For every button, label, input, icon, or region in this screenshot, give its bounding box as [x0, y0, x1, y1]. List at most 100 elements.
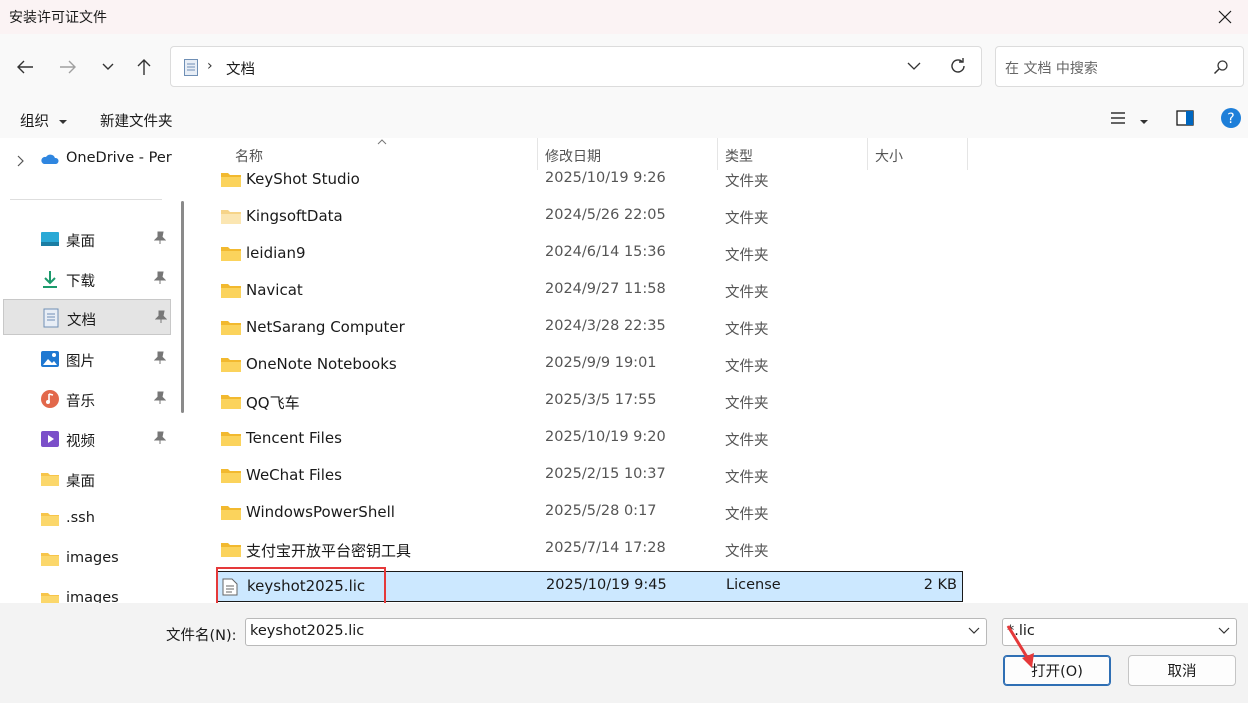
chevron-right-icon[interactable] — [16, 155, 24, 167]
refresh-icon[interactable] — [949, 57, 967, 75]
file-date: 2025/5/28 0:17 — [545, 503, 657, 519]
sidebar-item-videos[interactable]: 视频 — [0, 421, 190, 457]
file-list[interactable]: 名称 修改日期 类型 大小 KeyShot Studio 2025/10/19 … — [193, 138, 1248, 603]
sidebar-item-images[interactable]: images — [0, 581, 190, 603]
file-type: 文件夹 — [725, 248, 769, 264]
file-type: 文件夹 — [725, 433, 769, 449]
cancel-button[interactable]: 取消 — [1128, 655, 1236, 686]
view-options-button[interactable] — [1110, 111, 1126, 129]
close-button[interactable] — [1202, 0, 1248, 34]
sidebar-item-label: 下载 — [66, 274, 95, 290]
forward-button[interactable] — [55, 54, 81, 80]
file-name: Navicat — [246, 281, 303, 299]
arrow-right-icon — [60, 60, 76, 74]
pin-icon — [155, 310, 167, 323]
address-bar[interactable]: › 文档 — [170, 46, 982, 87]
column-header-size[interactable]: 大小 — [875, 146, 903, 166]
sidebar-item-onedrive[interactable]: OneDrive - Per — [0, 141, 190, 177]
navigation-bar: › 文档 在 文档 中搜索 — [0, 34, 1248, 100]
sidebar-item-label: .ssh — [66, 510, 95, 526]
folder-icon — [221, 358, 241, 372]
documents-icon — [184, 59, 198, 76]
file-date: 2025/10/19 9:26 — [545, 170, 666, 186]
file-date: 2025/7/14 17:28 — [545, 540, 666, 556]
help-button[interactable]: ? — [1221, 108, 1241, 132]
file-name: Tencent Files — [246, 429, 342, 447]
folder-icon — [221, 284, 241, 298]
close-icon — [1218, 10, 1232, 24]
table-row[interactable]: leidian9 2024/6/14 15:36 文件夹 — [216, 239, 963, 270]
folder-icon — [221, 173, 241, 187]
file-date: 2024/9/27 11:58 — [545, 281, 666, 297]
command-bar: 组织 新建文件夹 ? — [0, 100, 1248, 138]
folder-icon — [41, 513, 59, 526]
sidebar-item-label: 文档 — [67, 313, 96, 329]
sidebar-item-pictures[interactable]: 图片 — [0, 341, 190, 377]
breadcrumb[interactable]: 文档 — [226, 58, 255, 79]
file-date: 2025/10/19 9:45 — [546, 577, 667, 593]
help-icon: ? — [1221, 108, 1241, 128]
download-icon — [43, 271, 57, 288]
preview-pane-button[interactable] — [1176, 110, 1194, 130]
chevron-down-icon[interactable] — [968, 627, 980, 635]
chevron-down-icon — [102, 63, 114, 70]
recent-locations-button[interactable] — [95, 54, 121, 80]
table-row[interactable]: Tencent Files 2025/10/19 9:20 文件夹 — [216, 424, 963, 455]
table-row[interactable]: OneNote Notebooks 2025/9/9 19:01 文件夹 — [216, 350, 963, 381]
folder-icon — [41, 553, 59, 566]
file-name: KingsoftData — [246, 207, 343, 225]
view-dropdown-button[interactable] — [1139, 114, 1149, 130]
column-header-name[interactable]: 名称 — [235, 146, 263, 166]
sidebar-item-downloads[interactable]: 下载 — [0, 261, 190, 297]
table-row[interactable]: WeChat Files 2025/2/15 10:37 文件夹 — [216, 461, 963, 492]
file-type: 文件夹 — [725, 174, 769, 190]
table-row[interactable]: 支付宝开放平台密钥工具 2025/7/14 17:28 文件夹 — [216, 535, 963, 566]
list-view-icon — [1111, 112, 1125, 124]
search-placeholder: 在 文档 中搜索 — [1005, 61, 1098, 77]
back-button[interactable] — [12, 54, 38, 80]
table-row[interactable]: QQ飞车 2025/3/5 17:55 文件夹 — [216, 387, 963, 418]
search-input[interactable]: 在 文档 中搜索 — [995, 46, 1244, 87]
sidebar-item-documents[interactable]: 文档 — [3, 299, 171, 335]
file-name: KeyShot Studio — [246, 170, 360, 188]
caret-down-icon — [1140, 120, 1148, 124]
sidebar-item-music[interactable]: 音乐 — [0, 381, 190, 417]
file-name: QQ飞车 — [246, 394, 300, 412]
annotation-arrow-icon — [1006, 625, 1034, 668]
table-row[interactable]: KingsoftData 2024/5/26 22:05 文件夹 — [216, 202, 963, 233]
new-folder-button[interactable]: 新建文件夹 — [100, 110, 173, 131]
table-row[interactable]: KeyShot Studio 2025/10/19 9:26 文件夹 — [216, 165, 963, 196]
file-type: 文件夹 — [725, 544, 769, 560]
chevron-down-icon[interactable] — [907, 61, 921, 71]
filename-field[interactable]: keyshot2025.lic — [245, 618, 987, 646]
column-divider[interactable] — [967, 138, 968, 170]
up-button[interactable] — [131, 54, 157, 80]
sidebar-item-label: 桌面 — [66, 234, 95, 250]
column-header-modified[interactable]: 修改日期 — [545, 146, 601, 166]
sidebar-item-label: images — [66, 590, 119, 603]
documents-icon — [43, 308, 59, 328]
table-row[interactable]: NetSarang Computer 2024/3/28 22:35 文件夹 — [216, 313, 963, 344]
folder-icon — [221, 247, 241, 261]
folder-icon — [221, 395, 241, 409]
table-row[interactable]: WindowsPowerShell 2025/5/28 0:17 文件夹 — [216, 498, 963, 529]
filename-label: 文件名(N): — [166, 628, 237, 644]
sort-ascending-icon — [377, 139, 387, 145]
sidebar-scrollbar[interactable] — [181, 201, 184, 413]
sidebar-item-images[interactable]: images — [0, 541, 190, 577]
sidebar-item-ssh[interactable]: .ssh — [0, 501, 190, 537]
arrow-left-icon — [17, 60, 33, 74]
preview-pane-icon — [1176, 110, 1194, 126]
sidebar-item-desktop-folder[interactable]: 桌面 — [0, 461, 190, 497]
file-type: 文件夹 — [725, 359, 769, 375]
pin-icon — [154, 271, 166, 284]
navigation-pane[interactable]: OneDrive - Per 桌面 下载 文档 图片 音乐 视频 桌面 .ssh — [0, 138, 190, 603]
file-date: 2025/9/9 19:01 — [545, 355, 657, 371]
organize-button[interactable]: 组织 — [20, 110, 68, 131]
file-type: License — [726, 577, 781, 593]
sidebar-item-desktop[interactable]: 桌面 — [0, 221, 190, 257]
chevron-down-icon[interactable] — [1218, 627, 1230, 635]
table-row[interactable]: Navicat 2024/9/27 11:58 文件夹 — [216, 276, 963, 307]
column-header-type[interactable]: 类型 — [725, 146, 753, 166]
file-date: 2024/5/26 22:05 — [545, 207, 666, 223]
